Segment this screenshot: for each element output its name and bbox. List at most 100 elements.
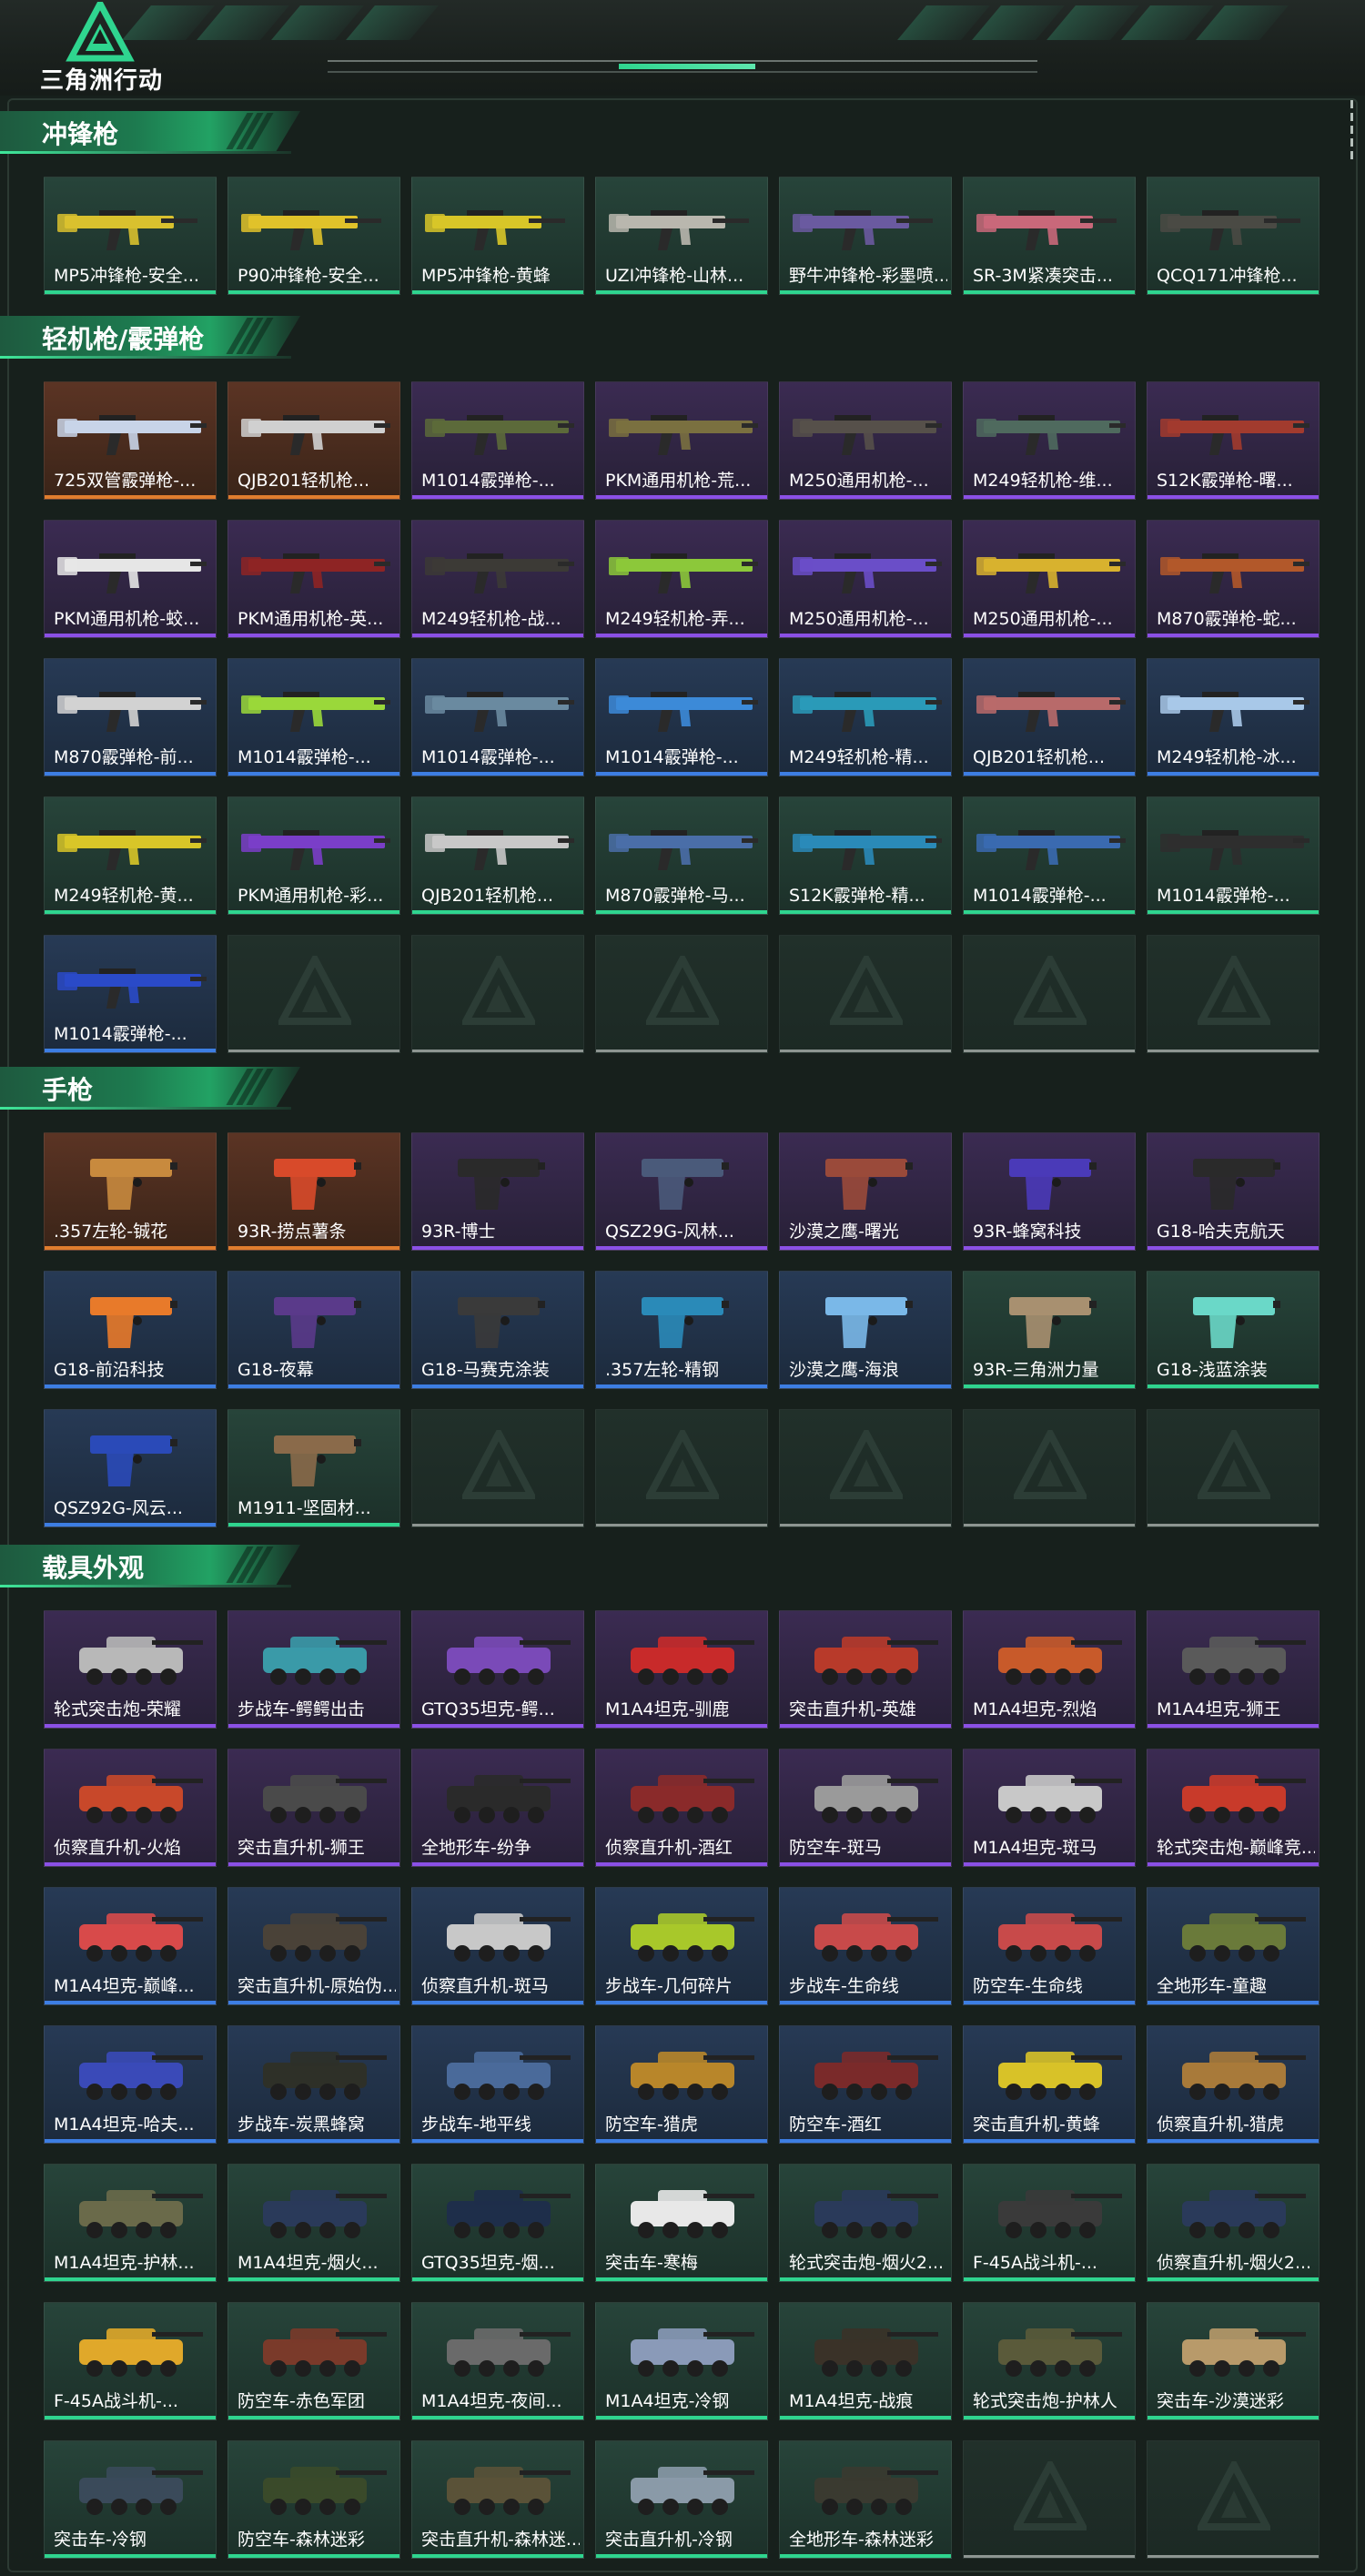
skin-card[interactable]: M1A4坦克-战痕 — [779, 2302, 952, 2420]
skin-card[interactable]: 步战车-炭黑蜂窝 — [228, 2025, 400, 2144]
skin-card[interactable]: 步战车-地平线 — [411, 2025, 584, 2144]
skin-card[interactable]: 93R-博士 — [411, 1132, 584, 1251]
skin-card[interactable]: 防空车-酒红 — [779, 2025, 952, 2144]
skin-card[interactable]: M1014霰弹枪-... — [411, 381, 584, 500]
skin-card[interactable]: QSZ29G-风林... — [595, 1132, 768, 1251]
skin-card[interactable]: G18-夜幕 — [228, 1271, 400, 1389]
skin-card[interactable]: 侦察直升机-火焰 — [44, 1749, 217, 1867]
skin-card[interactable]: M1A4坦克-夜间... — [411, 2302, 584, 2420]
skin-card[interactable]: 突击直升机-英雄 — [779, 1610, 952, 1729]
skin-card[interactable]: 突击直升机-森林迷... — [411, 2440, 584, 2559]
skin-card[interactable]: M249轻机枪-黄... — [44, 796, 217, 915]
skin-card[interactable]: M1014霰弹枪-... — [411, 658, 584, 776]
skin-card[interactable]: 轮式突击炮-荣耀 — [44, 1610, 217, 1729]
skin-card[interactable]: M1A4坦克-巅峰... — [44, 1887, 217, 2005]
skin-card[interactable]: UZI冲锋枪-山林... — [595, 177, 768, 295]
skin-card[interactable]: M1A4坦克-烟火... — [228, 2164, 400, 2282]
skin-card[interactable]: GTQ35坦克-烟... — [411, 2164, 584, 2282]
skin-card[interactable]: 突击车-沙漠迷彩 — [1147, 2302, 1320, 2420]
skin-card[interactable]: 防空车-森林迷彩 — [228, 2440, 400, 2559]
skin-card[interactable]: M1A4坦克-哈夫... — [44, 2025, 217, 2144]
skin-card[interactable]: 侦察直升机-酒红 — [595, 1749, 768, 1867]
skin-card[interactable]: G18-浅蓝涂装 — [1147, 1271, 1320, 1389]
skin-card[interactable]: 突击车-冷钢 — [44, 2440, 217, 2559]
skin-card[interactable]: S12K霰弹枪-曙... — [1147, 381, 1320, 500]
skin-card[interactable]: M1014霰弹枪-... — [228, 658, 400, 776]
skin-card[interactable]: 全地形车-森林迷彩 — [779, 2440, 952, 2559]
skin-card[interactable]: 突击直升机-黄蜂 — [963, 2025, 1136, 2144]
skin-card[interactable]: 全地形车-童趣 — [1147, 1887, 1320, 2005]
skin-card[interactable]: QSZ92G-风云... — [44, 1409, 217, 1527]
skin-card[interactable]: M1A4坦克-驯鹿 — [595, 1610, 768, 1729]
skin-card[interactable]: M250通用机枪-... — [779, 381, 952, 500]
skin-card[interactable]: M870霰弹枪-前... — [44, 658, 217, 776]
skin-card[interactable]: 步战车-几何碎片 — [595, 1887, 768, 2005]
skin-card[interactable]: 防空车-生命线 — [963, 1887, 1136, 2005]
skin-card[interactable]: G18-前沿科技 — [44, 1271, 217, 1389]
skin-card[interactable]: PKM通用机枪-蛟... — [44, 520, 217, 638]
skin-card[interactable]: QJB201轻机枪... — [411, 796, 584, 915]
skin-card[interactable]: M1A4坦克-护林... — [44, 2164, 217, 2282]
skin-card[interactable]: F-45A战斗机-... — [963, 2164, 1136, 2282]
skin-card[interactable]: M250通用机枪-... — [779, 520, 952, 638]
skin-card[interactable]: 全地形车-纷争 — [411, 1749, 584, 1867]
skin-card[interactable]: M1A4坦克-冷钢 — [595, 2302, 768, 2420]
skin-card[interactable]: 防空车-斑马 — [779, 1749, 952, 1867]
skin-card[interactable]: 沙漠之鹰-曙光 — [779, 1132, 952, 1251]
skin-card[interactable]: S12K霰弹枪-精... — [779, 796, 952, 915]
skin-card[interactable]: 93R-三角洲力量 — [963, 1271, 1136, 1389]
skin-card[interactable]: 轮式突击炮-巅峰竞... — [1147, 1749, 1320, 1867]
skin-card[interactable]: G18-马赛克涂装 — [411, 1271, 584, 1389]
skin-card[interactable]: MP5冲锋枪-黄蜂 — [411, 177, 584, 295]
skin-card[interactable]: PKM通用机枪-英... — [228, 520, 400, 638]
skin-card[interactable]: M1014霰弹枪-... — [595, 658, 768, 776]
skin-card[interactable]: 93R-蜂窝科技 — [963, 1132, 1136, 1251]
skin-card[interactable]: P90冲锋枪-安全... — [228, 177, 400, 295]
skin-name: 步战车-地平线 — [421, 2115, 531, 2135]
skin-card[interactable]: M1014霰弹枪-... — [44, 935, 217, 1053]
skin-card[interactable]: F-45A战斗机-... — [44, 2302, 217, 2420]
skin-card[interactable]: M1014霰弹枪-... — [963, 796, 1136, 915]
skin-card[interactable]: M1A4坦克-狮王 — [1147, 1610, 1320, 1729]
skin-card[interactable]: QJB201轻机枪... — [228, 381, 400, 500]
skin-card[interactable]: SR-3M紧凑突击... — [963, 177, 1136, 295]
skin-card[interactable]: M1014霰弹枪-... — [1147, 796, 1320, 915]
skin-card[interactable]: 轮式突击炮-烟火2... — [779, 2164, 952, 2282]
skin-card[interactable]: 侦察直升机-烟火2... — [1147, 2164, 1320, 2282]
skin-card[interactable]: 轮式突击炮-护林人 — [963, 2302, 1136, 2420]
skin-card[interactable]: QCQ171冲锋枪... — [1147, 177, 1320, 295]
skin-card[interactable]: G18-哈夫克航天 — [1147, 1132, 1320, 1251]
skin-card[interactable]: M249轻机枪-维... — [963, 381, 1136, 500]
skin-card[interactable]: M249轻机枪-冰... — [1147, 658, 1320, 776]
skin-card[interactable]: PKM通用机枪-彩... — [228, 796, 400, 915]
skin-card[interactable]: M1A4坦克-烈焰 — [963, 1610, 1136, 1729]
skin-card[interactable]: 突击直升机-冷钢 — [595, 2440, 768, 2559]
skin-card[interactable]: 侦察直升机-猎虎 — [1147, 2025, 1320, 2144]
skin-card[interactable]: M250通用机枪-... — [963, 520, 1136, 638]
skin-card[interactable]: .357左轮-铖花 — [44, 1132, 217, 1251]
skin-card[interactable]: 步战车-生命线 — [779, 1887, 952, 2005]
skin-card[interactable]: 野牛冲锋枪-彩墨喷... — [779, 177, 952, 295]
skin-card[interactable]: 防空车-猎虎 — [595, 2025, 768, 2144]
skin-card[interactable]: 93R-捞点薯条 — [228, 1132, 400, 1251]
skin-card[interactable]: 突击车-寒梅 — [595, 2164, 768, 2282]
skin-card[interactable]: MP5冲锋枪-安全... — [44, 177, 217, 295]
skin-card[interactable]: M1A4坦克-斑马 — [963, 1749, 1136, 1867]
skin-card[interactable]: 突击直升机-原始伪... — [228, 1887, 400, 2005]
skin-card[interactable]: M249轻机枪-弄... — [595, 520, 768, 638]
skin-card[interactable]: 防空车-赤色军团 — [228, 2302, 400, 2420]
skin-card[interactable]: M249轻机枪-战... — [411, 520, 584, 638]
skin-card[interactable]: GTQ35坦克-鳄... — [411, 1610, 584, 1729]
skin-card[interactable]: QJB201轻机枪... — [963, 658, 1136, 776]
skin-card[interactable]: M870霰弹枪-马... — [595, 796, 768, 915]
skin-card[interactable]: M1911-坚固材... — [228, 1409, 400, 1527]
skin-card[interactable]: 突击直升机-狮王 — [228, 1749, 400, 1867]
skin-card[interactable]: 沙漠之鹰-海浪 — [779, 1271, 952, 1389]
skin-card[interactable]: M870霰弹枪-蛇... — [1147, 520, 1320, 638]
skin-card[interactable]: PKM通用机枪-荒... — [595, 381, 768, 500]
skin-card[interactable]: .357左轮-精钢 — [595, 1271, 768, 1389]
skin-card[interactable]: 侦察直升机-斑马 — [411, 1887, 584, 2005]
skin-card[interactable]: 步战车-鳄鳄出击 — [228, 1610, 400, 1729]
skin-card[interactable]: 725双管霰弹枪-... — [44, 381, 217, 500]
skin-card[interactable]: M249轻机枪-精... — [779, 658, 952, 776]
